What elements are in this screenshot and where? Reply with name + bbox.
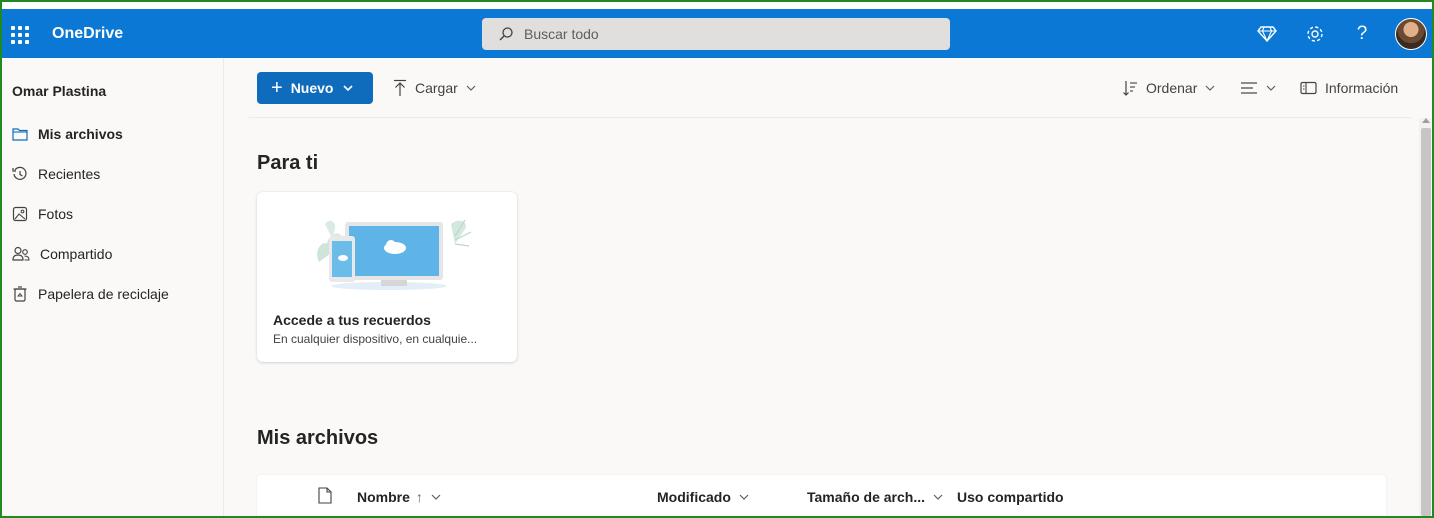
- scroll-up-arrow-icon[interactable]: [1422, 118, 1430, 123]
- search-icon: [499, 27, 513, 41]
- memories-card[interactable]: Accede a tus recuerdos En cualquier disp…: [257, 192, 517, 362]
- column-header-sharing[interactable]: Uso compartido: [957, 489, 1064, 505]
- chevron-down-icon: [1266, 85, 1276, 91]
- info-pane-icon: [1300, 81, 1317, 95]
- card-subtitle: En cualquier dispositivo, en cualquie...: [273, 332, 478, 346]
- sidebar-user-name: Omar Plastina: [12, 83, 107, 99]
- sidebar-item-papelera[interactable]: Papelera de reciclaje: [12, 283, 169, 305]
- chevron-down-icon: [739, 494, 749, 500]
- plus-icon: +: [271, 77, 283, 99]
- sort-icon: [1123, 81, 1137, 96]
- sort-label: Ordenar: [1146, 80, 1198, 96]
- column-sharing-label: Uso compartido: [957, 489, 1064, 505]
- file-list-header: Nombre ↑ Modificado Tamaño de arch... Us…: [257, 475, 1386, 518]
- chevron-down-icon: [343, 85, 354, 91]
- new-button-label: Nuevo: [290, 80, 334, 96]
- upload-button[interactable]: Cargar: [393, 78, 476, 98]
- sidebar-item-fotos[interactable]: Fotos: [12, 203, 73, 225]
- info-button[interactable]: Información: [1300, 78, 1398, 98]
- top-bar: OneDrive Buscar todo ?: [0, 0, 1434, 58]
- view-options-button[interactable]: [1240, 78, 1276, 98]
- sidebar-item-label: Fotos: [38, 206, 74, 222]
- user-avatar[interactable]: [1395, 18, 1427, 50]
- sidebar-item-label: Papelera de reciclaje: [38, 286, 169, 302]
- people-icon: [12, 246, 30, 261]
- recycle-bin-icon: [13, 286, 27, 302]
- column-header-size[interactable]: Tamaño de arch...: [807, 489, 943, 505]
- command-bar-divider: [249, 117, 1411, 118]
- chevron-down-icon: [431, 494, 441, 500]
- for-you-title: Para ti: [257, 152, 319, 174]
- card-title: Accede a tus recuerdos: [273, 312, 431, 328]
- list-view-icon: [1241, 82, 1257, 94]
- my-files-title: Mis archivos: [257, 427, 379, 449]
- app-launcher-icon[interactable]: [11, 26, 29, 44]
- file-type-icon[interactable]: [318, 487, 332, 504]
- chevron-down-icon: [933, 494, 943, 500]
- premium-diamond-icon[interactable]: [1256, 23, 1278, 45]
- sidebar: Omar Plastina Mis archivos Recientes Fot…: [2, 58, 224, 516]
- sort-ascending-icon: ↑: [415, 489, 423, 505]
- help-icon[interactable]: ?: [1351, 23, 1373, 45]
- sort-button[interactable]: Ordenar: [1122, 78, 1215, 98]
- column-modified-label: Modificado: [657, 489, 731, 505]
- photo-icon: [12, 206, 28, 222]
- app-brand[interactable]: OneDrive: [52, 25, 123, 43]
- upload-label: Cargar: [415, 80, 458, 96]
- chevron-down-icon: [1205, 85, 1215, 91]
- upload-icon: [394, 79, 406, 96]
- devices-cloud-illustration-icon: [317, 219, 472, 290]
- search-box[interactable]: Buscar todo: [482, 18, 950, 50]
- sidebar-item-label: Mis archivos: [38, 126, 123, 142]
- scrollbar-thumb[interactable]: [1421, 128, 1431, 516]
- folder-icon: [12, 128, 28, 141]
- sidebar-item-label: Compartido: [40, 246, 113, 262]
- sidebar-item-compartido[interactable]: Compartido: [12, 243, 112, 265]
- search-placeholder: Buscar todo: [524, 26, 599, 42]
- history-icon: [12, 166, 27, 180]
- sidebar-item-mis-archivos[interactable]: Mis archivos: [12, 123, 123, 145]
- column-size-label: Tamaño de arch...: [807, 489, 925, 505]
- sidebar-item-recientes[interactable]: Recientes: [12, 163, 100, 185]
- new-button[interactable]: + Nuevo: [257, 72, 373, 104]
- column-name-label: Nombre: [357, 489, 410, 505]
- settings-gear-icon[interactable]: [1304, 23, 1326, 45]
- sidebar-item-label: Recientes: [38, 166, 101, 182]
- column-header-modified[interactable]: Modificado: [657, 489, 749, 505]
- column-header-name[interactable]: Nombre ↑: [357, 489, 441, 505]
- info-label: Información: [1325, 80, 1399, 96]
- chevron-down-icon: [466, 85, 476, 91]
